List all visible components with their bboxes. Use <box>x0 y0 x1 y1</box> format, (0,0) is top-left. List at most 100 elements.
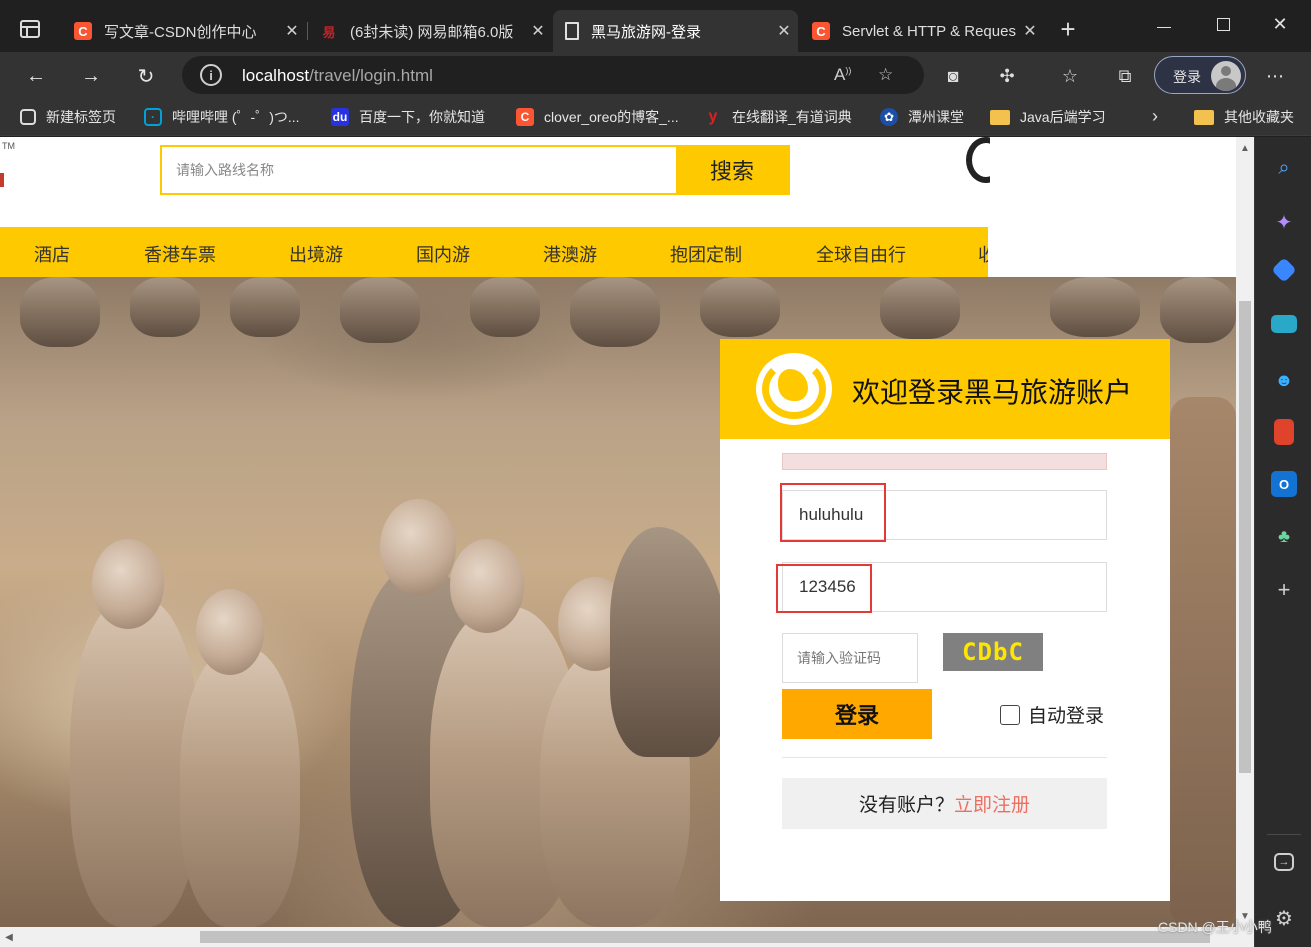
close-window-icon[interactable]: ✕ <box>1270 14 1290 34</box>
copilot-icon[interactable]: ✦ <box>1271 209 1297 235</box>
outlook-icon[interactable]: O <box>1271 471 1297 497</box>
background-warrior <box>470 277 540 337</box>
url-host: localhost <box>242 66 310 85</box>
shopping-tag-icon[interactable] <box>1271 257 1297 283</box>
tab-title: (6封未读) 网易邮箱6.0版 <box>350 23 514 41</box>
profile-button[interactable]: 登录 <box>1154 56 1246 94</box>
tools-icon[interactable] <box>1271 315 1297 333</box>
background-warrior <box>700 277 780 337</box>
bilibili-icon: · <box>144 108 162 126</box>
password-input[interactable] <box>783 563 1106 611</box>
minimize-icon[interactable] <box>1157 27 1171 28</box>
collections-icon[interactable]: ⧉ <box>1112 63 1138 89</box>
login-header: 欢迎登录黑马旅游账户 <box>720 339 1170 439</box>
nav-item-favorite[interactable]: 收 <box>978 241 988 267</box>
favorite-other-folder[interactable]: 其他收藏夹 <box>1194 107 1294 127</box>
search-icon[interactable]: ⌕ <box>1271 155 1297 181</box>
favorites-icon[interactable]: ☆ <box>1057 63 1083 89</box>
background-warrior <box>1160 277 1236 343</box>
nav-item-group-custom[interactable]: 抱团定制 <box>670 241 742 267</box>
browser-essentials-icon[interactable]: ◙ <box>940 63 966 89</box>
tab-servlet-http[interactable]: C Servlet & HTTP & Reques ✕ <box>800 10 1044 52</box>
browser-toolbar: ← → ↻ i localhost/travel/login.html A)) … <box>0 52 1311 98</box>
favorite-label: 新建标签页 <box>46 109 116 125</box>
vertical-scrollbar[interactable]: ▲ ▼ <box>1236 137 1254 927</box>
sidebar-divider <box>1267 834 1301 835</box>
favorite-clover-blog[interactable]: C clover_oreo的博客_... <box>516 107 679 127</box>
auto-login-checkbox[interactable] <box>1000 704 1020 725</box>
nav-item-hk-macau[interactable]: 港澳游 <box>543 241 597 267</box>
horse-logo-icon <box>756 353 832 425</box>
tab-heima-login[interactable]: 黑马旅游网-登录 ✕ <box>553 10 798 52</box>
read-aloud-icon[interactable]: A)) <box>834 65 851 85</box>
avatar <box>1211 61 1241 91</box>
games-icon[interactable]: ☻ <box>1271 367 1297 393</box>
back-icon[interactable]: ← <box>21 61 51 91</box>
login-title: 欢迎登录黑马旅游账户 <box>852 377 1133 408</box>
close-tab-icon[interactable]: ✕ <box>770 21 798 41</box>
favorite-youdao[interactable]: y 在线翻译_有道词典 <box>704 107 852 127</box>
favorites-overflow-icon[interactable]: › <box>1152 106 1158 127</box>
search-button[interactable]: 搜索 <box>676 147 788 193</box>
nav-item-hk-ticket[interactable]: 香港车票 <box>144 241 216 267</box>
refresh-icon[interactable]: ↻ <box>131 61 161 91</box>
route-search-input[interactable] <box>162 147 676 193</box>
address-bar[interactable]: i localhost/travel/login.html A)) ☆ <box>182 56 924 94</box>
tree-icon[interactable]: ♣ <box>1271 523 1297 549</box>
favorite-label: 其他收藏夹 <box>1224 109 1294 125</box>
register-link[interactable]: 立即注册 <box>954 790 1030 817</box>
tab-netease-mail[interactable]: 易 (6封未读) 网易邮箱6.0版 ✕ <box>308 10 552 52</box>
background-warrior <box>340 277 420 343</box>
csdn-icon: C <box>812 22 830 40</box>
maximize-icon[interactable] <box>1217 18 1230 31</box>
nav-item-outbound[interactable]: 出境游 <box>289 241 343 267</box>
favorite-new-tab[interactable]: 新建标签页 <box>20 107 116 127</box>
profile-label: 登录 <box>1173 69 1201 85</box>
horizontal-scrollbar[interactable]: ◀ <box>0 927 1254 947</box>
background-warrior <box>570 277 660 347</box>
netease-mail-icon: 易 <box>322 24 336 40</box>
captcha-image[interactable]: CDbC <box>943 633 1043 671</box>
favorite-bilibili[interactable]: · 哔哩哔哩 (゜-゜)つ... <box>144 107 300 127</box>
divider <box>782 757 1107 758</box>
background-warrior <box>880 277 960 339</box>
favorite-java-folder[interactable]: Java后端学习 <box>990 107 1106 127</box>
add-favorite-icon[interactable]: ☆ <box>878 65 893 85</box>
favorite-tanzhou[interactable]: ✿ 潭州课堂 <box>880 107 964 127</box>
tab-actions-icon[interactable] <box>20 20 40 38</box>
vertical-scroll-thumb[interactable] <box>1239 301 1251 773</box>
captcha-input[interactable] <box>783 634 917 682</box>
favorite-baidu[interactable]: du 百度一下，你就知道 <box>331 107 485 127</box>
tab-csdn-editor[interactable]: C 写文章-CSDN创作中心 ✕ <box>62 10 306 52</box>
tab-title: Servlet & HTTP & Reques <box>842 22 1016 40</box>
scroll-left-icon[interactable]: ◀ <box>0 927 18 947</box>
favorite-label: 在线翻译_有道词典 <box>732 109 852 125</box>
auto-login-option[interactable]: 自动登录 <box>1000 701 1104 728</box>
address-url[interactable]: localhost/travel/login.html <box>242 66 433 86</box>
horizontal-scroll-thumb[interactable] <box>200 931 1210 943</box>
csdn-icon: C <box>516 108 534 126</box>
favorites-bar: 新建标签页 · 哔哩哔哩 (゜-゜)つ... du 百度一下，你就知道 C cl… <box>0 98 1311 136</box>
scroll-up-icon[interactable]: ▲ <box>1236 139 1254 157</box>
username-input[interactable] <box>783 491 1106 539</box>
hide-sidebar-icon[interactable]: → <box>1274 853 1294 871</box>
nav-item-hotel[interactable]: 酒店 <box>34 241 70 267</box>
login-button[interactable]: 登录 <box>782 689 932 739</box>
settings-icon[interactable]: ⚙ <box>1271 905 1297 931</box>
more-menu-icon[interactable]: ⋯ <box>1262 63 1288 89</box>
close-tab-icon[interactable]: ✕ <box>524 21 552 41</box>
close-tab-icon[interactable]: ✕ <box>1016 21 1044 41</box>
close-tab-icon[interactable]: ✕ <box>278 21 306 41</box>
username-field <box>782 490 1107 540</box>
extensions-icon[interactable]: ✣ <box>994 63 1020 89</box>
nav-item-global-free[interactable]: 全球自由行 <box>816 241 906 267</box>
new-tab-icon[interactable]: + <box>1056 16 1080 42</box>
nav-item-domestic[interactable]: 国内游 <box>416 241 470 267</box>
office-icon[interactable] <box>1274 419 1294 445</box>
site-info-icon[interactable]: i <box>200 64 222 86</box>
forward-icon[interactable]: → <box>76 61 106 91</box>
background-warrior <box>230 277 300 337</box>
add-sidebar-app-icon[interactable]: + <box>1271 577 1297 603</box>
background-warrior <box>1050 277 1140 337</box>
web-page: TM 搜索 酒店 香港车票 出境游 国内游 港澳游 抱团定制 全球自由行 收 <box>0 137 1236 927</box>
